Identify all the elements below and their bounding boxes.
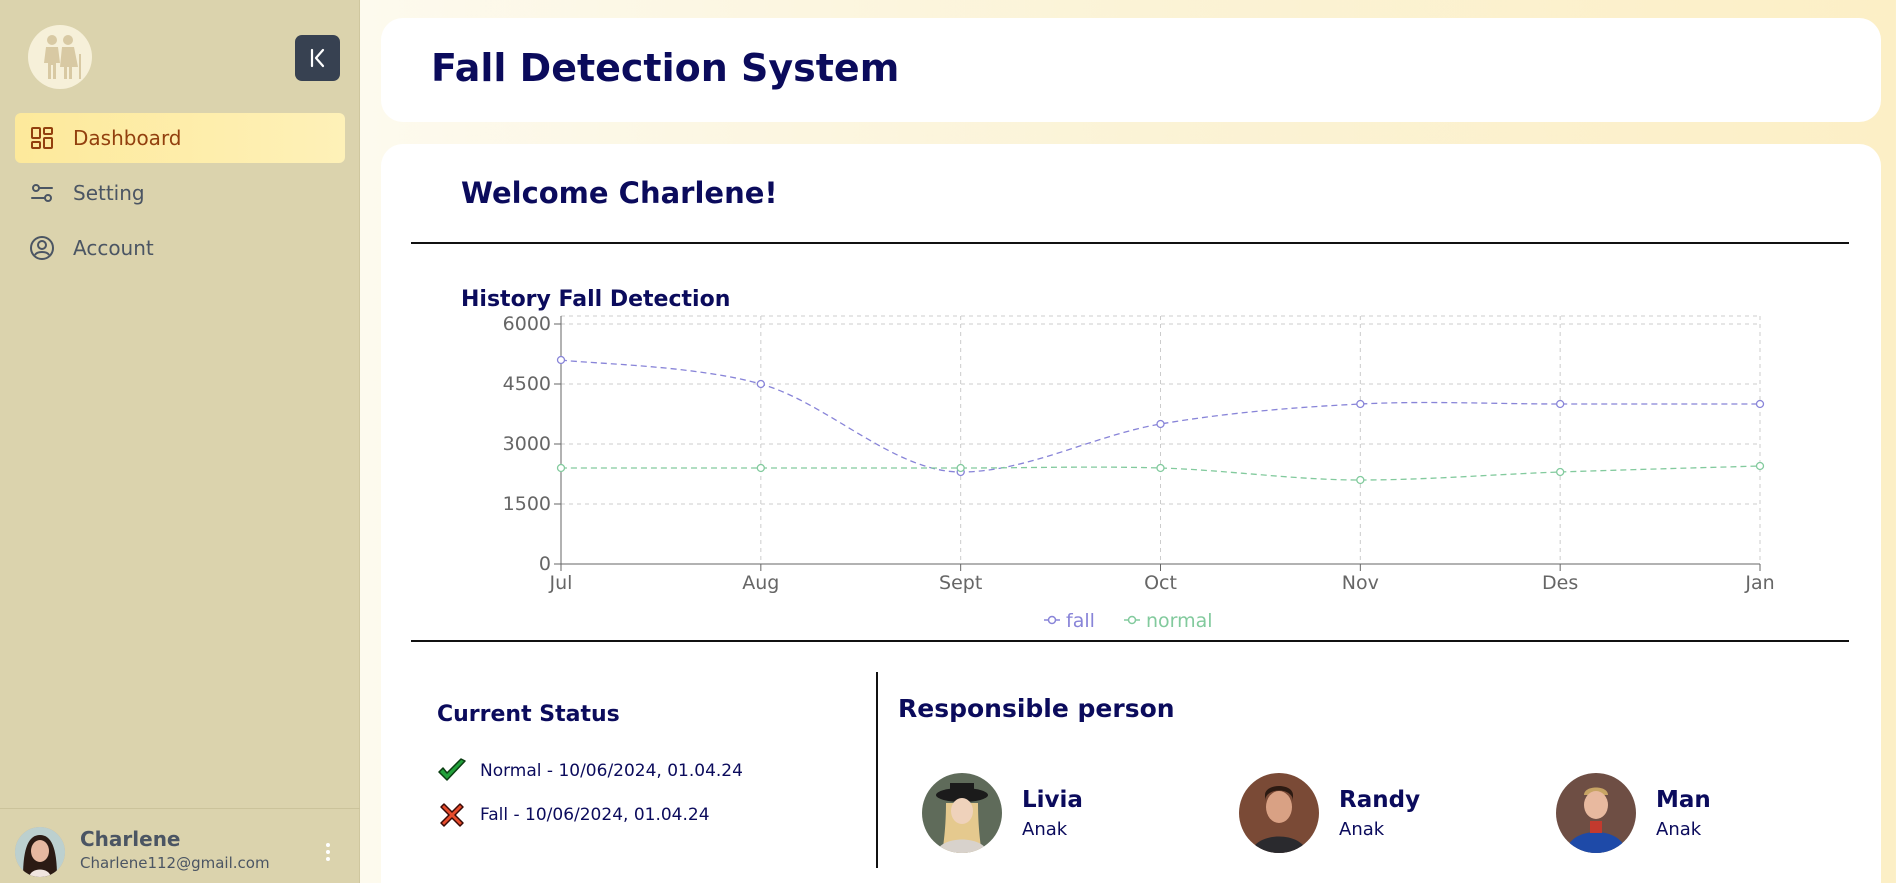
responsible-title: Responsible person (898, 694, 1175, 723)
person-role: Anak (1339, 818, 1385, 840)
x-tick-label: Des (1542, 572, 1578, 594)
avatar (1239, 773, 1319, 853)
x-tick-label: Nov (1342, 572, 1379, 594)
y-tick-label: 6000 (503, 313, 551, 335)
sidebar-item-setting[interactable]: Setting (15, 168, 345, 218)
x-tick-label: Jan (1744, 572, 1774, 594)
data-point-normal (556, 463, 566, 473)
sidebar-item-label: Setting (73, 181, 145, 205)
sidebar-item-dashboard[interactable]: Dashboard (15, 113, 345, 163)
legend-marker-dot (1047, 615, 1057, 625)
avatar (922, 773, 1002, 853)
status-row-normal: Normal - 10/06/2024, 01.04.24 (437, 756, 743, 786)
app-logo (28, 25, 92, 89)
user-name: Charlene (80, 827, 181, 851)
dashboard-grid-icon (29, 125, 55, 151)
sidebar-item-account[interactable]: Account (15, 223, 345, 273)
status-text: Fall - 10/06/2024, 01.04.24 (480, 805, 710, 825)
status-title: Current Status (437, 702, 620, 727)
user-circle-icon (29, 235, 55, 261)
data-point-fall (756, 379, 765, 389)
sliders-icon (29, 180, 55, 206)
person-name: Livia (1022, 786, 1083, 813)
status-text: Normal - 10/06/2024, 01.04.24 (480, 761, 743, 781)
x-tick-label: Jul (549, 572, 573, 594)
y-tick-label: 4500 (503, 373, 551, 395)
person-role: Anak (1656, 818, 1702, 840)
check-icon (437, 756, 467, 786)
x-tick-label: Aug (742, 572, 779, 594)
vertical-divider (876, 672, 878, 868)
main-card: Welcome Charlene! History Fall Detection… (381, 144, 1881, 883)
data-point-normal (956, 463, 965, 473)
cross-icon (437, 800, 467, 830)
x-tick-label: Sept (939, 572, 982, 594)
data-point-fall (556, 355, 566, 365)
avatar (1556, 773, 1636, 853)
person-name: Man (1656, 786, 1711, 813)
legend-label: normal (1146, 610, 1213, 632)
person-card-livia[interactable]: Livia Anak (922, 773, 1083, 853)
status-row-fall: Fall - 10/06/2024, 01.04.24 (437, 800, 710, 830)
avatar (15, 827, 65, 877)
data-point-normal (1356, 475, 1365, 485)
sidebar: Dashboard Setting Account Charlene Charl… (0, 0, 360, 883)
user-menu-icon[interactable] (318, 839, 338, 865)
divider (411, 640, 1849, 642)
data-point-fall (1556, 399, 1565, 409)
legend-marker-dot (1127, 615, 1137, 625)
user-email: Charlene112@gmail.com (80, 854, 270, 872)
header-card: Fall Detection System (381, 18, 1881, 122)
sidebar-nav: Dashboard Setting Account (15, 113, 345, 278)
person-card-man[interactable]: Man Anak (1556, 773, 1711, 853)
person-card-randy[interactable]: Randy Anak (1239, 773, 1420, 853)
sidebar-item-label: Dashboard (73, 126, 182, 150)
page-title: Fall Detection System (431, 46, 900, 90)
sidebar-item-label: Account (73, 236, 154, 260)
elderly-couple-icon (44, 35, 81, 79)
data-point-normal (1755, 461, 1765, 471)
collapse-sidebar-button[interactable] (295, 35, 340, 81)
legend-label: fall (1066, 610, 1095, 632)
collapse-left-icon (310, 48, 324, 68)
data-point-fall (1755, 399, 1765, 409)
data-point-normal (1556, 467, 1565, 477)
history-chart: 01500300045006000Jul Aug Sept Oct Nov Des Janf… (503, 313, 1775, 632)
data-point-fall (1356, 399, 1365, 409)
person-name: Randy (1339, 786, 1421, 813)
x-tick-label: Oct (1144, 572, 1177, 594)
person-role: Anak (1022, 818, 1068, 840)
data-point-normal (1156, 463, 1165, 473)
y-tick-label: 3000 (503, 433, 551, 455)
data-point-normal (756, 463, 765, 473)
user-profile: Charlene Charlene112@gmail.com (0, 808, 360, 883)
y-tick-label: 1500 (503, 493, 551, 515)
data-point-fall (1156, 419, 1165, 429)
